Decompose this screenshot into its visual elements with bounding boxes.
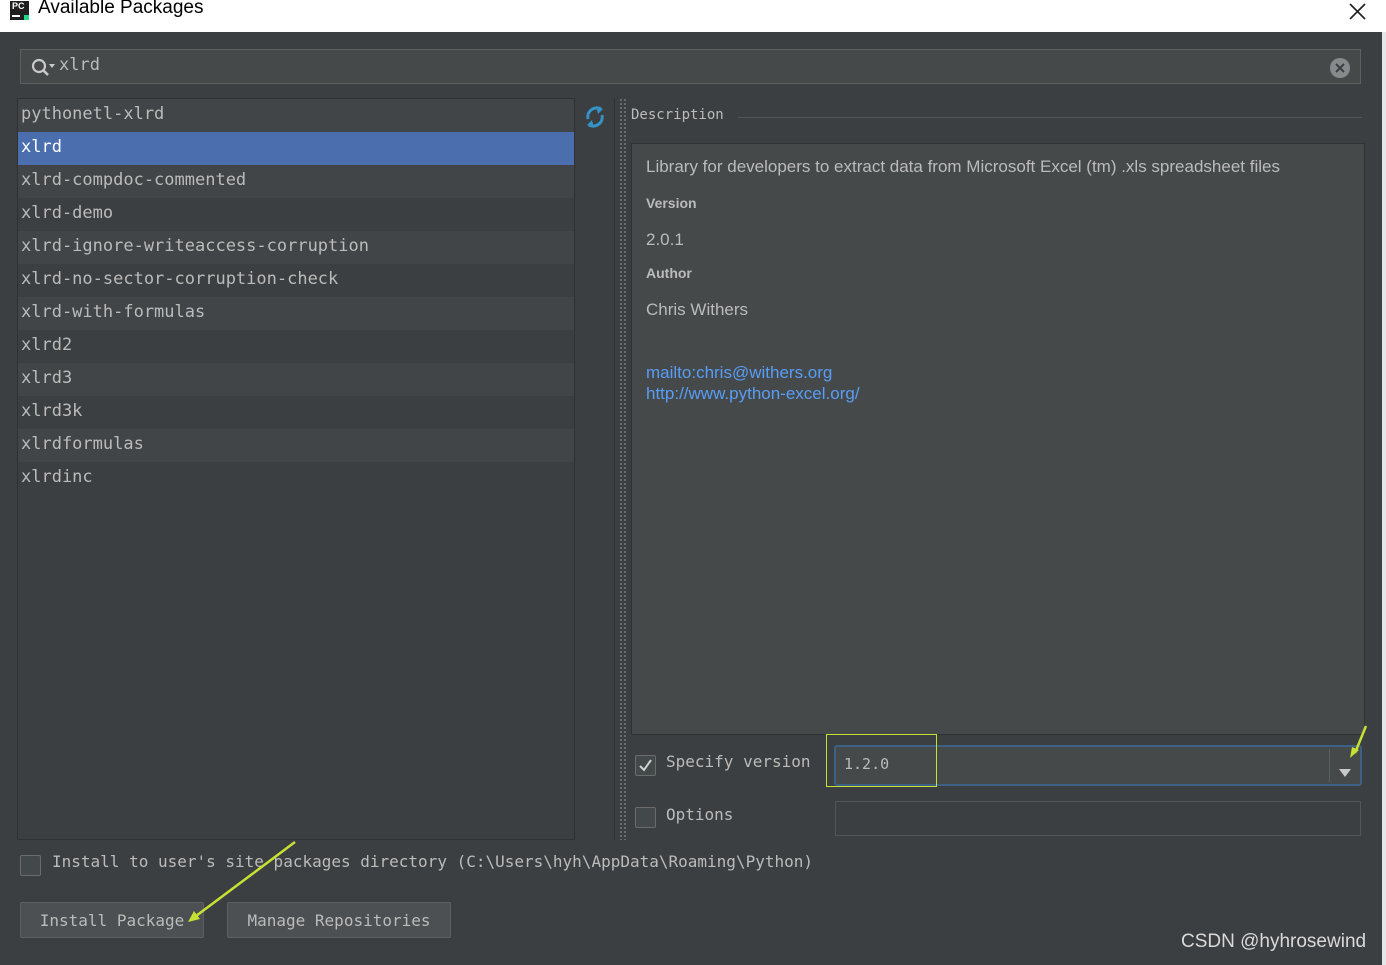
latest-version: 2.0.1 [646, 230, 684, 249]
email-link[interactable]: mailto:chris@withers.org [646, 363, 832, 383]
description-divider [738, 117, 1362, 118]
author-name: Chris Withers [646, 300, 749, 319]
options-checkbox[interactable] [635, 807, 656, 828]
package-row[interactable]: xlrd-no-sector-corruption-check [18, 264, 574, 297]
search-box[interactable] [20, 49, 1361, 84]
refresh-icon[interactable] [583, 104, 607, 130]
description-panel: Library for developers to extract data f… [631, 143, 1365, 735]
window-edge [1382, 32, 1386, 965]
window-title: Available Packages [38, 0, 204, 18]
package-row[interactable]: xlrd-with-formulas [18, 297, 574, 330]
csdn-watermark: CSDN @hyhrosewind [1181, 931, 1367, 952]
specify-version-checkbox[interactable] [635, 755, 656, 776]
package-row[interactable]: xlrd2 [18, 330, 574, 363]
chevron-down-icon[interactable] [1339, 762, 1351, 781]
list-toolbar [575, 98, 615, 840]
package-row[interactable]: xlrdinc [18, 462, 574, 495]
package-row-selected[interactable]: xlrd [18, 132, 574, 165]
package-list[interactable]: pythonetl-xlrd xlrd xlrd-compdoc-comment… [17, 98, 575, 840]
user-site-checkbox[interactable] [20, 855, 41, 876]
search-input[interactable] [59, 53, 1319, 77]
manage-repositories-button[interactable]: Manage Repositories [227, 902, 451, 938]
title-bar: PC Available Packages [0, 0, 1386, 32]
package-summary: Library for developers to extract data f… [646, 157, 1280, 176]
package-row[interactable]: xlrdformulas [18, 429, 574, 462]
author-heading: Author [646, 265, 692, 281]
search-icon[interactable] [31, 58, 59, 82]
annotation-highlight-box [826, 734, 937, 787]
package-row[interactable]: xlrd3k [18, 396, 574, 429]
description-label: Description [631, 107, 724, 123]
package-row[interactable]: xlrd-demo [18, 198, 574, 231]
clear-search-icon[interactable] [1330, 58, 1350, 78]
homepage-link[interactable]: http://www.python-excel.org/ [646, 384, 860, 404]
pycharm-app-icon: PC [10, 1, 29, 20]
package-row[interactable]: xlrd-ignore-writeaccess-corruption [18, 231, 574, 264]
specify-version-label: Specify version [666, 752, 811, 771]
app-icon-text: PC [12, 1, 25, 11]
options-label: Options [666, 805, 734, 824]
options-input[interactable] [835, 801, 1361, 836]
package-row[interactable]: xlrd-compdoc-commented [18, 165, 574, 198]
package-row[interactable]: xlrd3 [18, 363, 574, 396]
splitter-handle[interactable] [619, 98, 627, 840]
install-package-button[interactable]: Install Package [20, 902, 204, 938]
package-row[interactable]: pythonetl-xlrd [18, 99, 574, 132]
user-site-label: Install to user's site packages director… [52, 852, 813, 871]
close-icon[interactable] [1345, 0, 1369, 24]
version-heading: Version [646, 195, 697, 211]
